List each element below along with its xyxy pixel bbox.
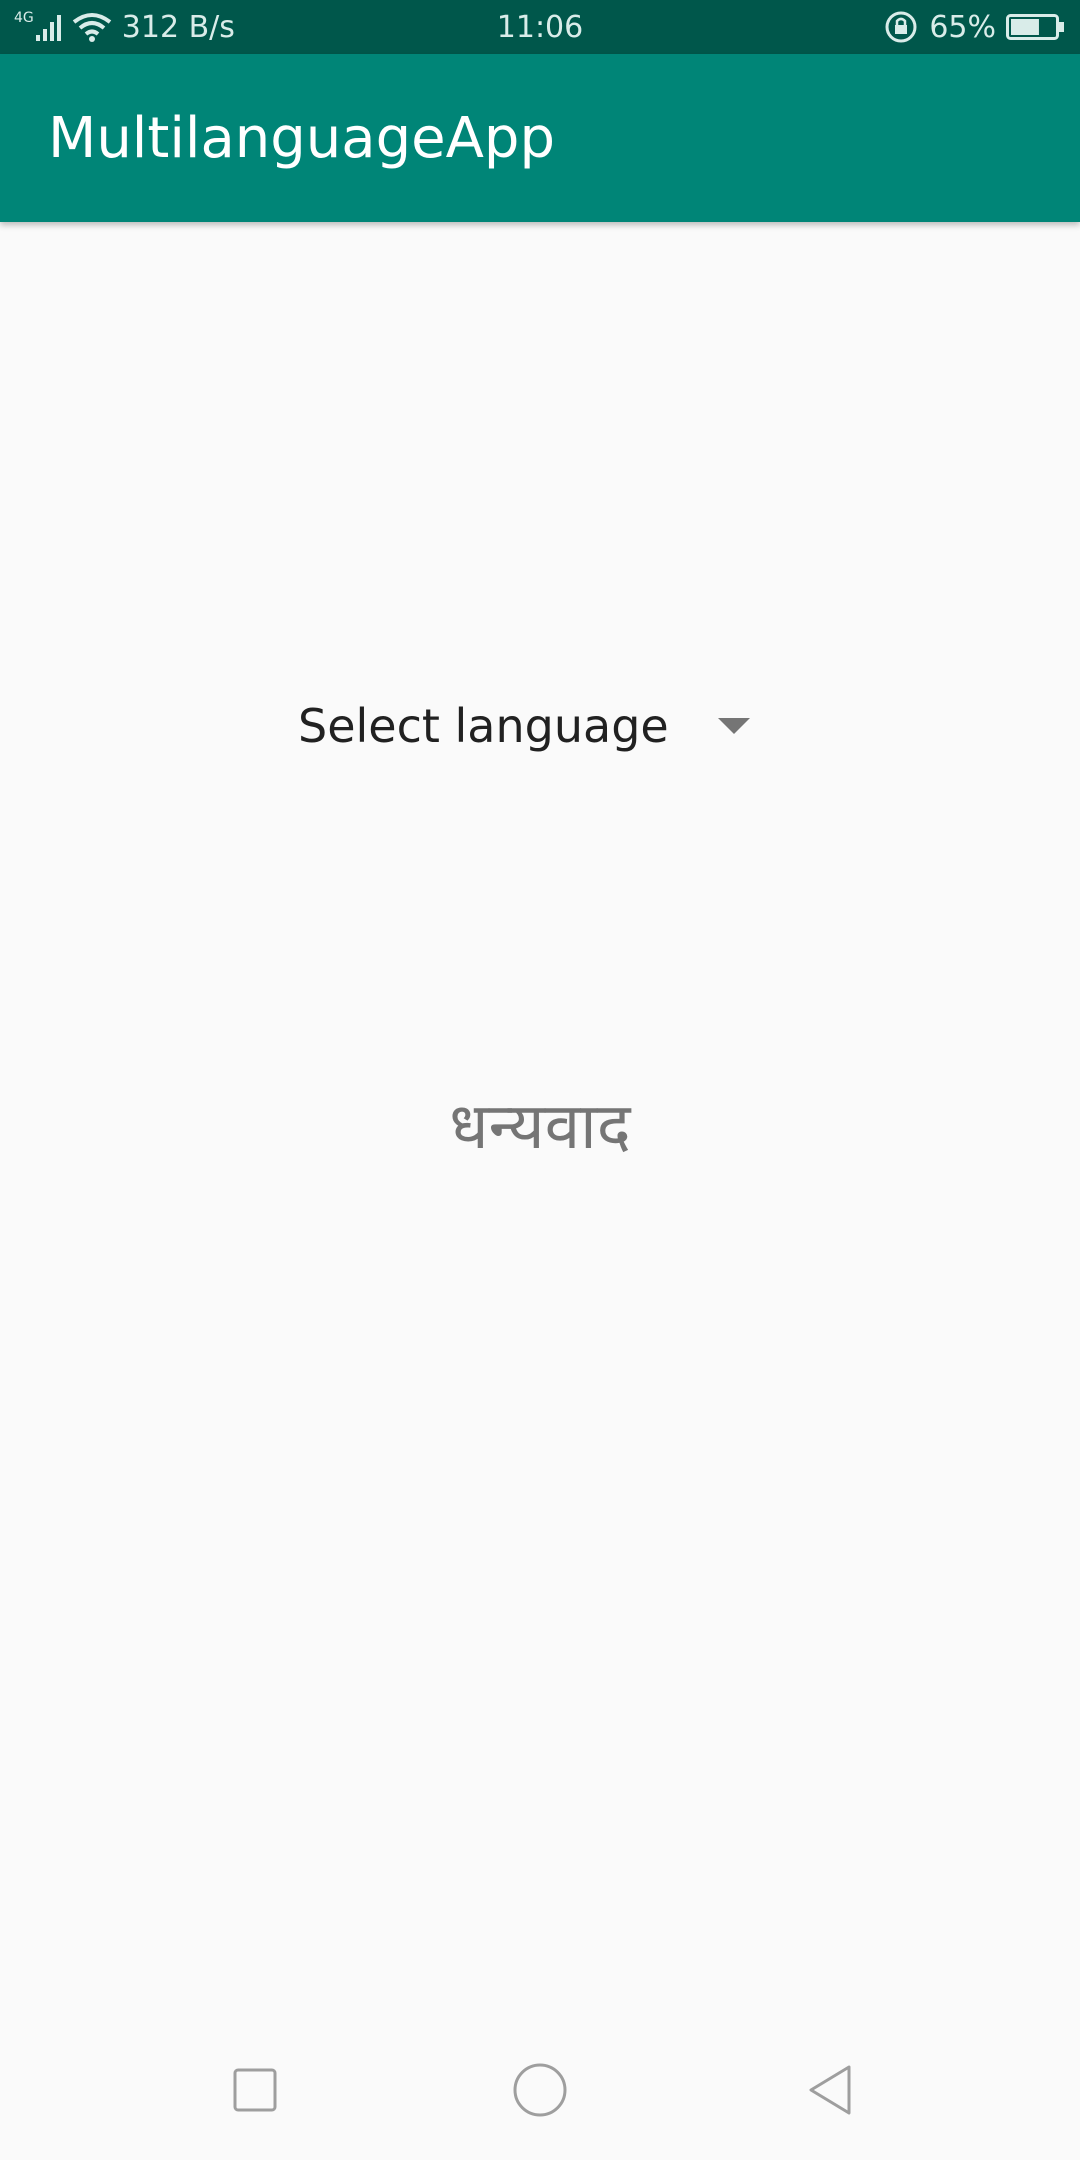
rotation-lock-icon bbox=[883, 9, 919, 45]
greeting-text: धन्यवाद bbox=[449, 1090, 631, 1164]
dropdown-arrow-icon bbox=[718, 718, 750, 734]
status-time: 11:06 bbox=[496, 9, 584, 45]
language-spinner[interactable]: Select language bbox=[290, 686, 760, 766]
status-bar: 4G 312 B/s 11:06 65% bbox=[0, 0, 1080, 54]
recent-apps-icon[interactable] bbox=[225, 2060, 285, 2120]
battery-icon bbox=[1006, 13, 1066, 41]
app-bar: MultilanguageApp bbox=[0, 54, 1080, 222]
app-title: MultilanguageApp bbox=[48, 105, 556, 171]
home-icon[interactable] bbox=[510, 2060, 570, 2120]
status-right: 65% bbox=[883, 0, 1066, 54]
nav-bar bbox=[0, 2020, 1080, 2160]
spinner-label: Select language bbox=[298, 699, 669, 753]
battery-percent: 65% bbox=[929, 9, 996, 45]
back-icon[interactable] bbox=[800, 2060, 860, 2120]
